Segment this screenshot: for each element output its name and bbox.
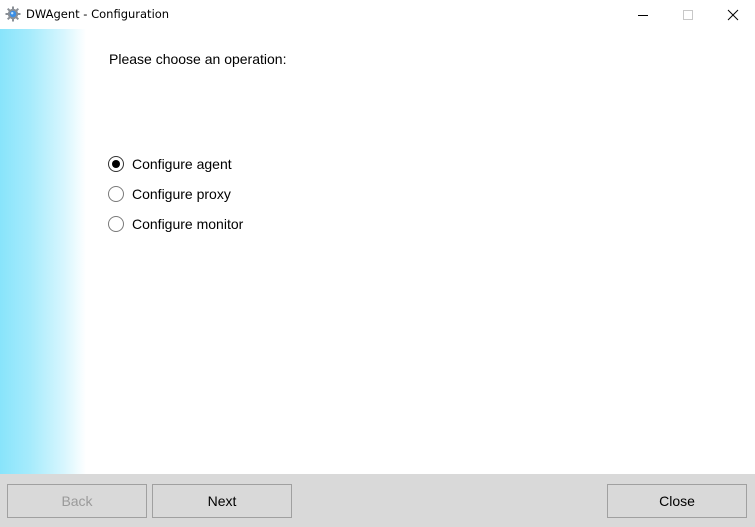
option-configure-monitor[interactable]: Configure monitor	[108, 213, 243, 235]
sidebar-gradient	[0, 29, 86, 474]
maximize-button[interactable]	[665, 0, 711, 29]
next-button[interactable]: Next	[152, 484, 292, 518]
title-bar: DWAgent - Configuration	[0, 0, 755, 29]
option-configure-agent[interactable]: Configure agent	[108, 153, 232, 175]
option-label: Configure monitor	[132, 216, 244, 232]
radio-selected-dot	[112, 160, 120, 168]
option-configure-proxy[interactable]: Configure proxy	[108, 183, 231, 205]
radio-button[interactable]	[108, 186, 124, 202]
close-button[interactable]: Close	[607, 484, 747, 518]
content-panel	[86, 29, 755, 474]
maximize-icon	[683, 9, 693, 20]
page-prompt: Please choose an operation:	[109, 51, 287, 67]
radio-button[interactable]	[108, 156, 124, 172]
window-title: DWAgent - Configuration	[26, 7, 170, 21]
close-icon	[727, 9, 739, 20]
back-button[interactable]: Back	[7, 484, 147, 518]
radio-button[interactable]	[108, 216, 124, 232]
option-label: Configure agent	[132, 156, 232, 172]
option-label: Configure proxy	[132, 186, 231, 202]
minimize-button[interactable]	[620, 0, 666, 29]
minimize-icon	[638, 14, 648, 16]
gear-icon	[5, 6, 21, 22]
close-window-button[interactable]	[710, 0, 755, 29]
